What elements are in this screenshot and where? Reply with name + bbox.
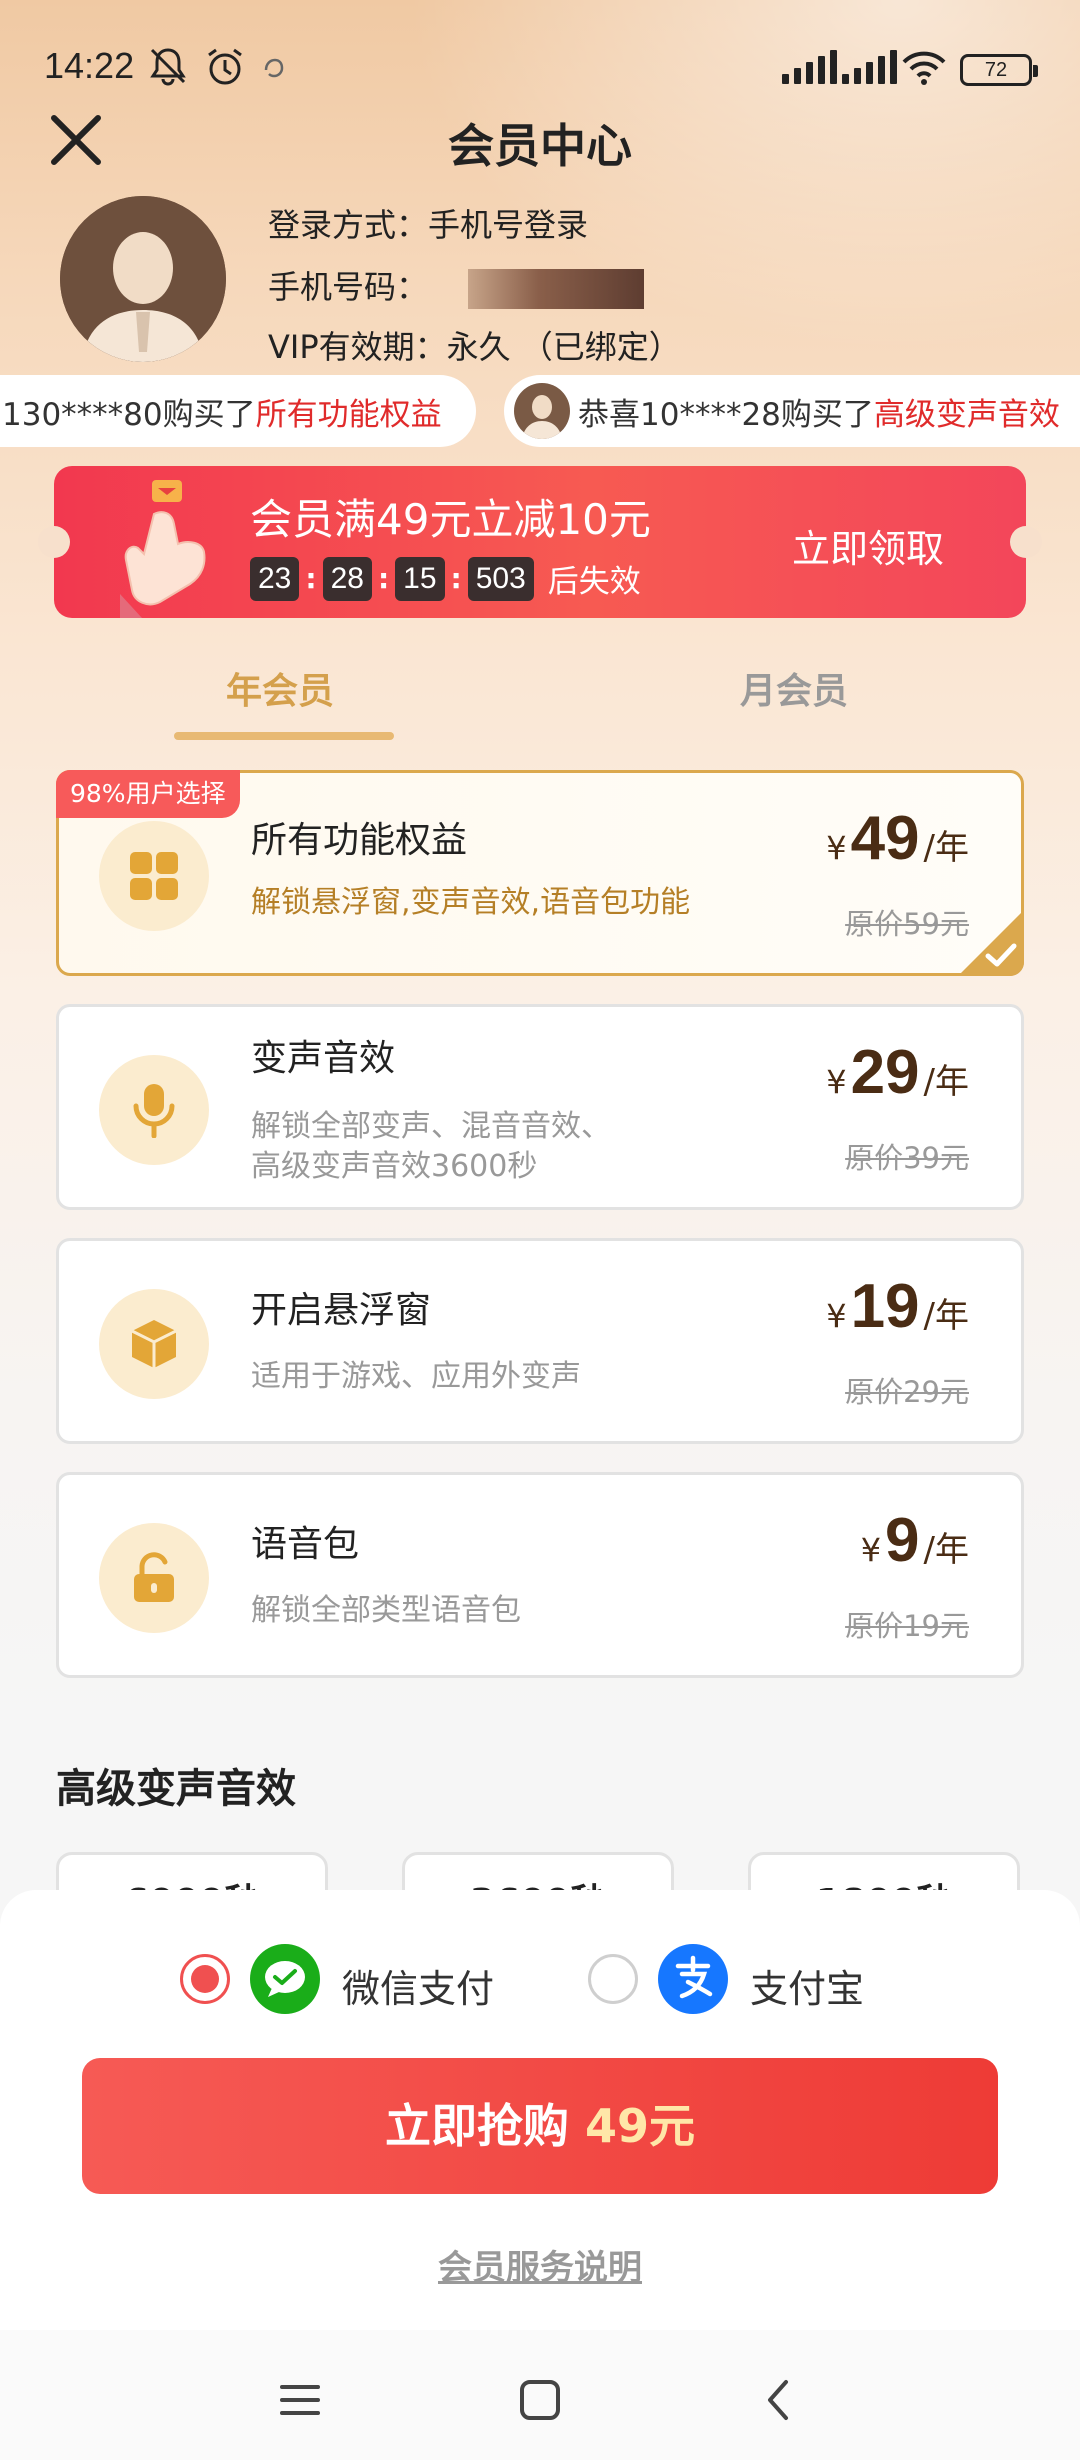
plan-card-voice-effects[interactable]: 变声音效 解锁全部变声、混音音效、 高级变声音效3600秒 ¥29/年 原价39…: [56, 1004, 1024, 1210]
selected-check-icon: [958, 910, 1024, 976]
plan-original-price: 原价39元: [845, 1141, 969, 1175]
plan-original-price: 原价59元: [845, 907, 969, 941]
coupon-notch: [38, 526, 70, 558]
wifi-icon: [902, 51, 946, 85]
signal-icon: [842, 48, 897, 84]
plan-original-price: 原价19元: [845, 1609, 969, 1643]
page-title: 会员中心: [448, 119, 632, 173]
alipay-label[interactable]: 支付宝: [750, 1958, 864, 2013]
app-notification-icon: [264, 58, 284, 78]
timer-seconds: 15: [395, 556, 445, 601]
purchase-ticker: 恭喜10****28购买了 高级变声音效: [504, 375, 1080, 447]
system-nav-bar: [0, 2330, 1080, 2460]
battery-indicator: 72: [960, 54, 1038, 86]
menu-icon[interactable]: [270, 2370, 330, 2430]
hand-envelope-icon: [120, 480, 206, 618]
avatar: [514, 383, 570, 439]
plan-original-price: 原价29元: [845, 1375, 969, 1409]
home-icon[interactable]: [510, 2370, 570, 2430]
purchase-ticker: 130****80购买了 所有功能权益: [0, 375, 476, 447]
timer-hours: 23: [250, 556, 300, 601]
grid-icon: [99, 821, 209, 931]
plan-name: 变声音效: [251, 1038, 396, 1079]
microphone-icon: [99, 1055, 209, 1165]
plan-price: ¥49/年: [826, 804, 969, 873]
plan-description: 解锁全部变声、混音音效、 高级变声音效3600秒: [251, 1109, 611, 1184]
claim-coupon-button[interactable]: 立即领取: [792, 518, 944, 573]
section-title-advanced: 高级变声音效: [56, 1766, 296, 1812]
service-terms-link[interactable]: 会员服务说明: [0, 2240, 1080, 2289]
plan-price: ¥29/年: [826, 1038, 969, 1107]
timer-suffix: 后失效: [547, 564, 641, 600]
login-method: 登录方式：手机号登录: [268, 206, 589, 244]
plan-card-all-features[interactable]: 98%用户选择 所有功能权益 解锁悬浮窗,变声音效,语音包功能 ¥49/年 原价…: [56, 770, 1024, 976]
plan-description: 解锁悬浮窗,变声音效,语音包功能: [251, 885, 691, 920]
mute-bell-icon: [150, 48, 186, 86]
coupon-notch: [1010, 526, 1042, 558]
plan-name: 语音包: [251, 1524, 360, 1565]
tab-annual[interactable]: 年会员: [226, 662, 334, 714]
wechat-pay-icon: [250, 1944, 320, 2014]
alarm-clock-icon: [208, 48, 242, 85]
box-icon: [99, 1289, 209, 1399]
vip-validity: VIP有效期：永久 （已绑定）: [268, 328, 681, 366]
countdown-timer: 23: 28: 15: 503 后失效: [250, 556, 641, 601]
coupon-banner[interactable]: 会员满49元立减10元 23: 28: 15: 503 后失效 立即领取: [38, 466, 1042, 618]
wechat-pay-label[interactable]: 微信支付: [342, 1958, 494, 2013]
plan-name: 开启悬浮窗: [251, 1290, 432, 1331]
plan-description: 解锁全部类型语音包: [251, 1593, 521, 1628]
plan-card-floating-window[interactable]: 开启悬浮窗 适用于游戏、应用外变声 ¥19/年 原价29元: [56, 1238, 1024, 1444]
tab-underline: [174, 732, 394, 740]
timer-minutes: 28: [322, 556, 372, 601]
alipay-radio[interactable]: [588, 1954, 638, 2004]
coupon-title: 会员满49元立减10元: [250, 495, 651, 544]
plan-card-voice-pack[interactable]: 语音包 解锁全部类型语音包 ¥9/年 原价19元: [56, 1472, 1024, 1678]
avatar: [60, 196, 226, 362]
signal-hd-icon: [782, 48, 837, 84]
unlock-icon: [99, 1523, 209, 1633]
plan-price: ¥9/年: [860, 1506, 969, 1575]
status-time: 14:22: [44, 45, 135, 86]
buy-now-button[interactable]: 立即抢购 49元: [82, 2058, 998, 2194]
plan-description: 适用于游戏、应用外变声: [251, 1359, 581, 1394]
tab-monthly[interactable]: 月会员: [740, 662, 848, 714]
phone-redacted: [468, 269, 645, 309]
phone-number: 手机号码：: [268, 262, 645, 309]
back-icon[interactable]: [750, 2370, 810, 2430]
popular-badge: 98%用户选择: [56, 770, 240, 818]
status-bar: 14:22 72: [0, 0, 1080, 120]
plan-name: 所有功能权益: [251, 820, 468, 861]
plan-price: ¥19/年: [826, 1272, 969, 1341]
alipay-icon: [658, 1944, 728, 2014]
timer-milliseconds: 503: [467, 556, 534, 601]
wechat-pay-radio[interactable]: [180, 1954, 230, 2004]
